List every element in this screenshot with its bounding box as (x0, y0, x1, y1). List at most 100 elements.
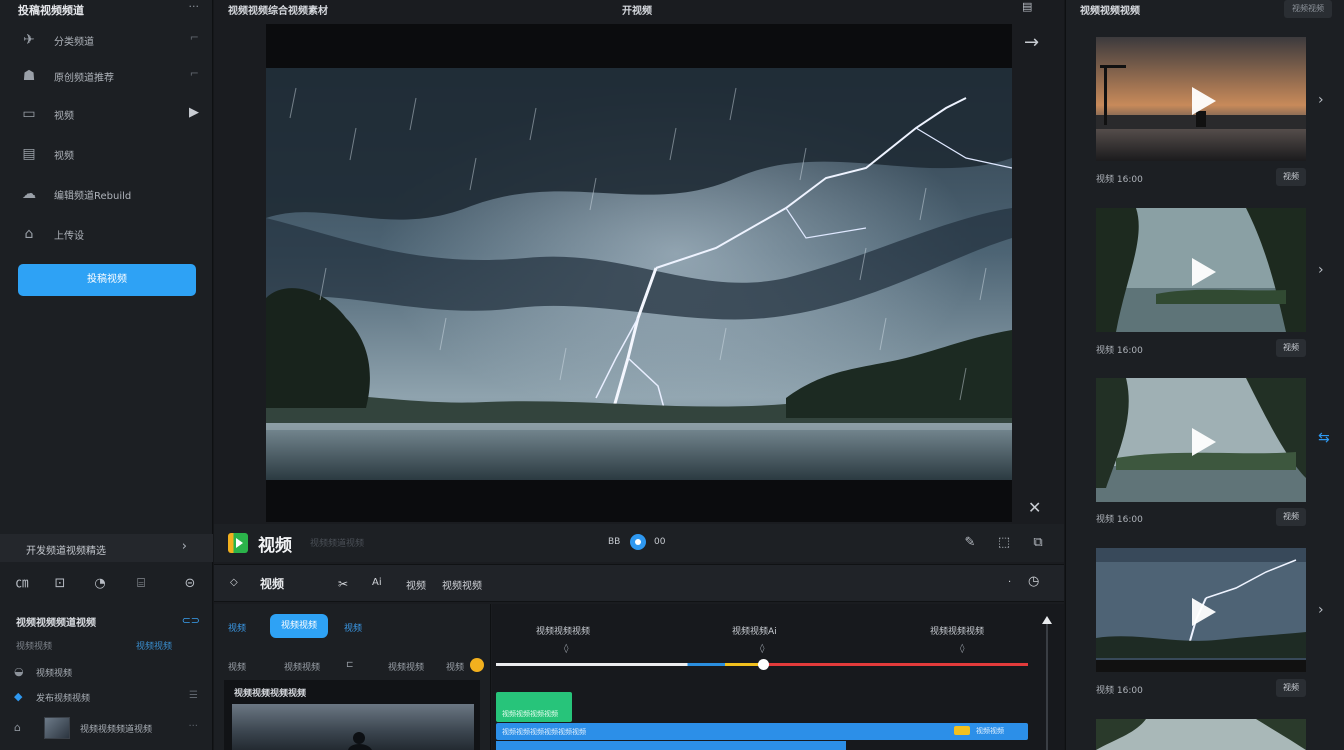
diamond-icon: ◆ (14, 690, 23, 703)
video-badge[interactable]: 视频 (1276, 508, 1306, 526)
frame-icon[interactable]: ⬚ (994, 533, 1014, 553)
play-icon[interactable] (1192, 598, 1216, 626)
gallery-card-3[interactable] (1096, 548, 1306, 672)
panel-row-value[interactable]: 视频视频 (136, 639, 172, 652)
tool-label[interactable]: 视频 (260, 575, 284, 592)
sidebar-header: 投稿视频频道 ··· (0, 0, 213, 18)
chevron-right-icon[interactable]: › (1318, 602, 1324, 618)
field-label[interactable]: 视频 (228, 660, 246, 673)
sidebar-item-0[interactable]: ✈ 分类频道 ⌐ (0, 22, 213, 58)
list-icon[interactable]: ☰ (189, 690, 198, 701)
panel-row-label: 视频视频 (16, 642, 53, 652)
tool-option[interactable]: 视频 (406, 577, 426, 592)
sidebar-item-2[interactable]: ▭ 视频 ▶ (0, 96, 213, 132)
sidebar-item-1[interactable]: ☗ 原创频道推荐 ⌐ (0, 58, 213, 94)
field-label[interactable]: 视频 (446, 660, 464, 673)
frame-small-icon[interactable]: ⊏ (346, 660, 354, 670)
marker-pin-icon[interactable]: ◊ (760, 644, 764, 654)
video-date: 视频 16:00 (1096, 686, 1143, 696)
chevron-right-icon[interactable]: › (1318, 262, 1324, 278)
crop-icon[interactable]: ⊡ (50, 574, 70, 594)
gallery-card-0[interactable] (1096, 37, 1306, 161)
book-icon: ▭ (22, 106, 36, 122)
play-icon[interactable] (1192, 428, 1216, 456)
history-icon[interactable]: ◷ (1028, 574, 1039, 589)
sidebar-item-label: 原创频道推荐 (54, 73, 114, 84)
tab-c[interactable]: 视频 (344, 621, 362, 634)
play-toggle-button[interactable] (630, 534, 646, 550)
gallery-card-2[interactable] (1096, 378, 1306, 502)
video-badge[interactable]: 视频 (1276, 679, 1306, 697)
sidebar-title: 投稿视频频道 (18, 4, 84, 17)
gallery-meta-2: 视频 16:00 视频 (1096, 508, 1306, 528)
gallery-action-button[interactable]: 视频视频 (1284, 0, 1332, 18)
chevron-right-icon[interactable]: › (1318, 92, 1324, 108)
clip-thumbnail (232, 704, 474, 750)
panel-item-2[interactable]: ⌂ 视频视频频道视频 ··· (14, 718, 204, 740)
video-preview[interactable] (266, 24, 1012, 522)
edit-toolbar: ◇ 视频 ✂ Ai 视频 视频视频 · ◷ (214, 564, 1064, 602)
gallery-icon: ☗ (22, 68, 36, 84)
sidebar-item-4[interactable]: ☁ 编辑频道Rebuild (0, 176, 213, 212)
panel-item-label: 发布视频视频 (36, 694, 91, 704)
panel-item-1[interactable]: ◆ 发布视频视频 ☰ (14, 687, 204, 709)
sidebar-item-5[interactable]: ⌂ 上传设 (0, 216, 213, 252)
swap-icon[interactable]: ⇆ (1318, 430, 1330, 446)
panel-item-0[interactable]: ◒ 视频视频 (14, 662, 204, 684)
playback-prev-label[interactable]: BB (608, 537, 620, 547)
clip-blue-2[interactable] (496, 741, 846, 750)
main-editor: 视频视频综合视频素材 开视频 ▤ → ✕ 视频 视频频道视频 BB 00 ✎ ⬚… (214, 0, 1064, 750)
field-label[interactable]: 视频视频 (284, 660, 320, 673)
gallery-meta-3: 视频 16:00 视频 (1096, 679, 1306, 699)
eye-icon: ◒ (14, 665, 24, 678)
play-icon[interactable] (1192, 87, 1216, 115)
scroll-up-icon[interactable] (1042, 616, 1052, 624)
panel-item-label: 视频视频频道视频 (80, 725, 153, 735)
keyframe-icon[interactable]: ◇ (230, 577, 238, 588)
minus-circle-icon[interactable]: ⊝ (180, 574, 200, 594)
layout-icon[interactable]: ▤ (1022, 0, 1032, 13)
marker-pin-icon[interactable]: ◊ (564, 644, 568, 654)
play-icon[interactable]: ▶ (189, 105, 199, 120)
tab-a[interactable]: 视频 (228, 621, 246, 634)
copy-icon[interactable]: ⧉ (1028, 533, 1048, 553)
left-sidebar: 投稿视频频道 ··· ✈ 分类频道 ⌐ ☗ 原创频道推荐 ⌐ ▭ 视频 ▶ ▤ … (0, 0, 213, 750)
timeline-scrollbar[interactable] (1046, 618, 1048, 750)
clip-card[interactable]: 视频视频视频视频 (224, 680, 480, 750)
forest-thumb-image (1096, 719, 1306, 750)
chevron-right-icon: › (181, 539, 187, 554)
link-icon[interactable]: ⊂⊃ (182, 614, 200, 627)
play-icon[interactable] (1192, 258, 1216, 286)
more-icon[interactable]: ··· (188, 721, 198, 732)
gallery-meta-0: 视频 16:00 视频 (1096, 168, 1306, 188)
clipboard-icon[interactable]: ⌸ (131, 574, 151, 594)
gallery-meta-1: 视频 16:00 视频 (1096, 339, 1306, 359)
lock-icon: ⌂ (24, 226, 34, 242)
video-badge[interactable]: 视频 (1276, 339, 1306, 357)
playhead-handle[interactable] (758, 659, 769, 670)
cm-icon[interactable]: ㎝ (12, 574, 32, 594)
cut-icon[interactable]: ✂ (338, 577, 348, 591)
thumbnail (44, 717, 70, 739)
playback-next-label[interactable]: 00 (654, 537, 665, 547)
ai-tool[interactable]: Ai (372, 577, 382, 588)
arrow-right-icon[interactable]: → (1024, 32, 1039, 53)
featured-section-header[interactable]: 开发频道视频精选 › (0, 534, 213, 562)
video-badge[interactable]: 视频 (1276, 168, 1306, 186)
upload-button[interactable]: 投稿视频 (18, 264, 196, 296)
close-icon[interactable]: ✕ (1028, 498, 1041, 517)
tab-active[interactable]: 视频视频 (270, 614, 328, 638)
timer-icon[interactable]: ◔ (90, 574, 110, 594)
gallery-title: 视频视频视频 (1080, 6, 1140, 17)
folder-icon: ▤ (22, 146, 36, 162)
gallery-card-4[interactable] (1096, 719, 1306, 750)
field-label[interactable]: 视频视频 (388, 660, 424, 673)
clip-blue[interactable]: 视频视频视频视频视频视频 视频视频 (496, 723, 1028, 740)
sidebar-item-3[interactable]: ▤ 视频 (0, 136, 213, 172)
clip-green[interactable]: 视频视频视频视频 (496, 692, 572, 722)
gallery-card-1[interactable] (1096, 208, 1306, 332)
marker-pin-icon[interactable]: ◊ (960, 644, 964, 654)
more-icon[interactable]: ··· (189, 0, 200, 13)
edit-icon[interactable]: ✎ (960, 533, 980, 553)
tool-option[interactable]: 视频视频 (442, 577, 482, 592)
